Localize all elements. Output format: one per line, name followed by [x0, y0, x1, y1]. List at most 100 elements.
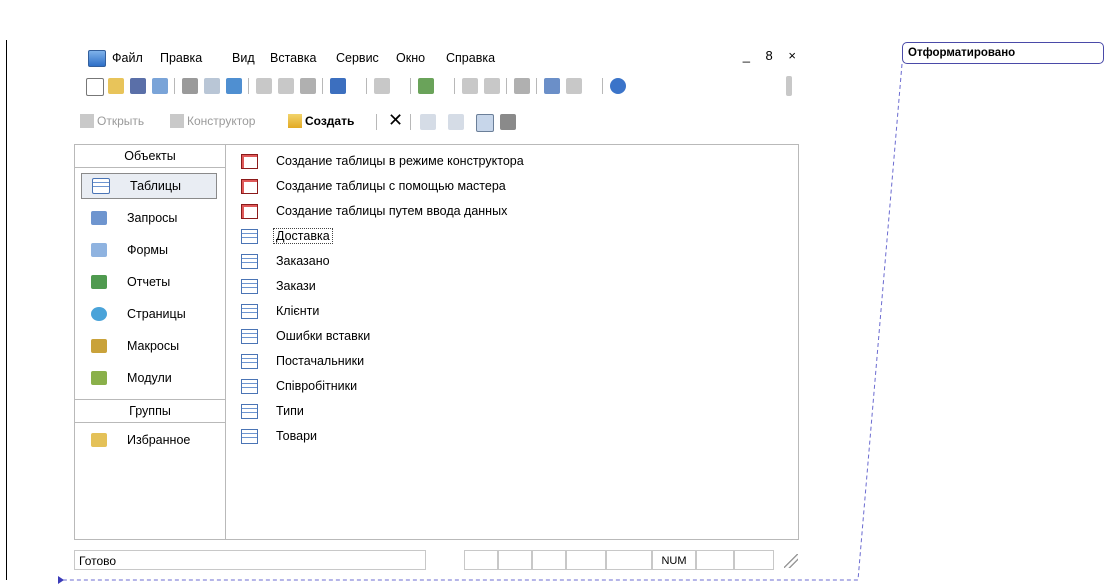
- open-button[interactable]: Открыть: [80, 114, 144, 128]
- table-icon: [241, 228, 258, 244]
- table-icon: [92, 178, 110, 194]
- list-item[interactable]: Создание таблицы с помощью мастера: [241, 176, 506, 196]
- group-favorites[interactable]: Избранное: [81, 427, 217, 453]
- paste-icon[interactable]: [300, 78, 316, 94]
- search-icon[interactable]: [152, 78, 168, 94]
- comment-balloon[interactable]: Отформатировано: [902, 42, 1104, 64]
- list-view-icon[interactable]: [476, 114, 494, 132]
- list-item[interactable]: Постачальники: [241, 351, 364, 371]
- small-icons-icon[interactable]: [448, 114, 464, 130]
- table-icon: [241, 303, 258, 319]
- list-item[interactable]: Типи: [241, 401, 304, 421]
- status-indicator: [532, 550, 566, 570]
- new-object-icon[interactable]: [566, 78, 582, 94]
- open-folder-icon[interactable]: [108, 78, 124, 94]
- save-icon[interactable]: [130, 78, 146, 94]
- menu-help[interactable]: Справка: [446, 51, 495, 65]
- objects-pane: Объекты Таблицы Запросы Формы Отчеты Стр…: [75, 145, 226, 539]
- toolbar-separator: [410, 114, 411, 130]
- table-icon: [241, 403, 258, 419]
- toolbar-separator: [248, 78, 249, 94]
- wizard-icon: [241, 153, 258, 169]
- wizard-icon: [241, 203, 258, 219]
- relationships-window-icon[interactable]: [544, 78, 560, 94]
- toolbar-separator: [454, 78, 455, 94]
- wizard-icon: [241, 178, 258, 194]
- menu-insert[interactable]: Вставка: [270, 51, 316, 65]
- toolbar-separator: [322, 78, 323, 94]
- undo-icon[interactable]: [330, 78, 346, 94]
- spelling-icon[interactable]: [226, 78, 242, 94]
- query-icon: [91, 211, 107, 225]
- office-links-icon[interactable]: [374, 78, 390, 94]
- list-item-label: Товари: [276, 429, 317, 443]
- code-icon[interactable]: [462, 78, 478, 94]
- properties-icon[interactable]: [514, 78, 530, 94]
- create-button-label: Создать: [305, 114, 355, 128]
- table-icon: [241, 328, 258, 344]
- list-item[interactable]: Закази: [241, 276, 316, 296]
- toolbar-separator: [536, 78, 537, 94]
- status-indicator: [606, 550, 652, 570]
- list-item[interactable]: Товари: [241, 426, 317, 446]
- large-icons-icon[interactable]: [420, 114, 436, 130]
- design-icon: [170, 114, 184, 128]
- object-reports[interactable]: Отчеты: [81, 269, 217, 295]
- table-icon: [241, 428, 258, 444]
- object-queries[interactable]: Запросы: [81, 205, 217, 231]
- menu-edit[interactable]: Правка: [160, 51, 202, 65]
- window-controls[interactable]: _ 8 ×: [743, 48, 802, 63]
- object-macros-label: Макросы: [127, 339, 180, 353]
- resize-grip-icon[interactable]: [784, 554, 798, 568]
- menu-tools[interactable]: Сервис: [336, 51, 379, 65]
- object-modules-label: Модули: [127, 371, 172, 385]
- object-tables-label: Таблицы: [130, 179, 182, 193]
- print-icon[interactable]: [182, 78, 198, 94]
- copy-icon[interactable]: [278, 78, 294, 94]
- help-icon[interactable]: [610, 78, 626, 94]
- table-icon: [241, 253, 258, 269]
- list-item[interactable]: Создание таблицы путем ввода данных: [241, 201, 507, 221]
- list-item[interactable]: Доставка: [241, 226, 333, 246]
- design-button[interactable]: Конструктор: [170, 114, 255, 128]
- cut-icon[interactable]: [256, 78, 272, 94]
- menu-window[interactable]: Окно: [396, 51, 425, 65]
- list-item[interactable]: Создание таблицы в режиме конструктора: [241, 151, 524, 171]
- list-item[interactable]: Співробітники: [241, 376, 357, 396]
- menu-file[interactable]: Файл: [112, 51, 143, 65]
- groups-header[interactable]: Группы: [75, 399, 225, 423]
- object-forms[interactable]: Формы: [81, 237, 217, 263]
- create-button[interactable]: Создать: [288, 114, 354, 128]
- list-item-label: Ошибки вставки: [276, 329, 371, 343]
- object-tables[interactable]: Таблицы: [81, 173, 217, 199]
- page-icon: [91, 307, 107, 321]
- status-indicator: [464, 550, 498, 570]
- list-item-label: Доставка: [273, 228, 333, 244]
- status-bar: Готово NUM: [70, 550, 804, 574]
- form-icon: [91, 243, 107, 257]
- toolbar-separator: [410, 78, 411, 94]
- delete-icon[interactable]: ✕: [388, 110, 403, 131]
- list-item-label: Постачальники: [276, 354, 365, 368]
- access-app-icon[interactable]: [88, 50, 106, 67]
- status-indicator: [566, 550, 606, 570]
- list-item-label: Создание таблицы с помощью мастера: [276, 179, 506, 193]
- relationships-icon[interactable]: [484, 78, 500, 94]
- print-preview-icon[interactable]: [204, 78, 220, 94]
- list-item[interactable]: Клієнти: [241, 301, 319, 321]
- menu-view[interactable]: Вид: [232, 51, 255, 65]
- analyze-icon[interactable]: [418, 78, 434, 94]
- list-item[interactable]: Заказано: [241, 251, 330, 271]
- toolbar-options-icon[interactable]: [786, 76, 792, 96]
- database-window: Объекты Таблицы Запросы Формы Отчеты Стр…: [74, 144, 799, 540]
- list-item-label: Закази: [276, 279, 316, 293]
- object-pages[interactable]: Страницы: [81, 301, 217, 327]
- object-modules[interactable]: Модули: [81, 365, 217, 391]
- objects-header[interactable]: Объекты: [75, 145, 225, 168]
- favorites-folder-icon: [91, 433, 107, 447]
- object-macros[interactable]: Макросы: [81, 333, 217, 359]
- new-icon[interactable]: [86, 78, 104, 96]
- object-reports-label: Отчеты: [127, 275, 171, 289]
- list-item[interactable]: Ошибки вставки: [241, 326, 370, 346]
- details-view-icon[interactable]: [500, 114, 516, 130]
